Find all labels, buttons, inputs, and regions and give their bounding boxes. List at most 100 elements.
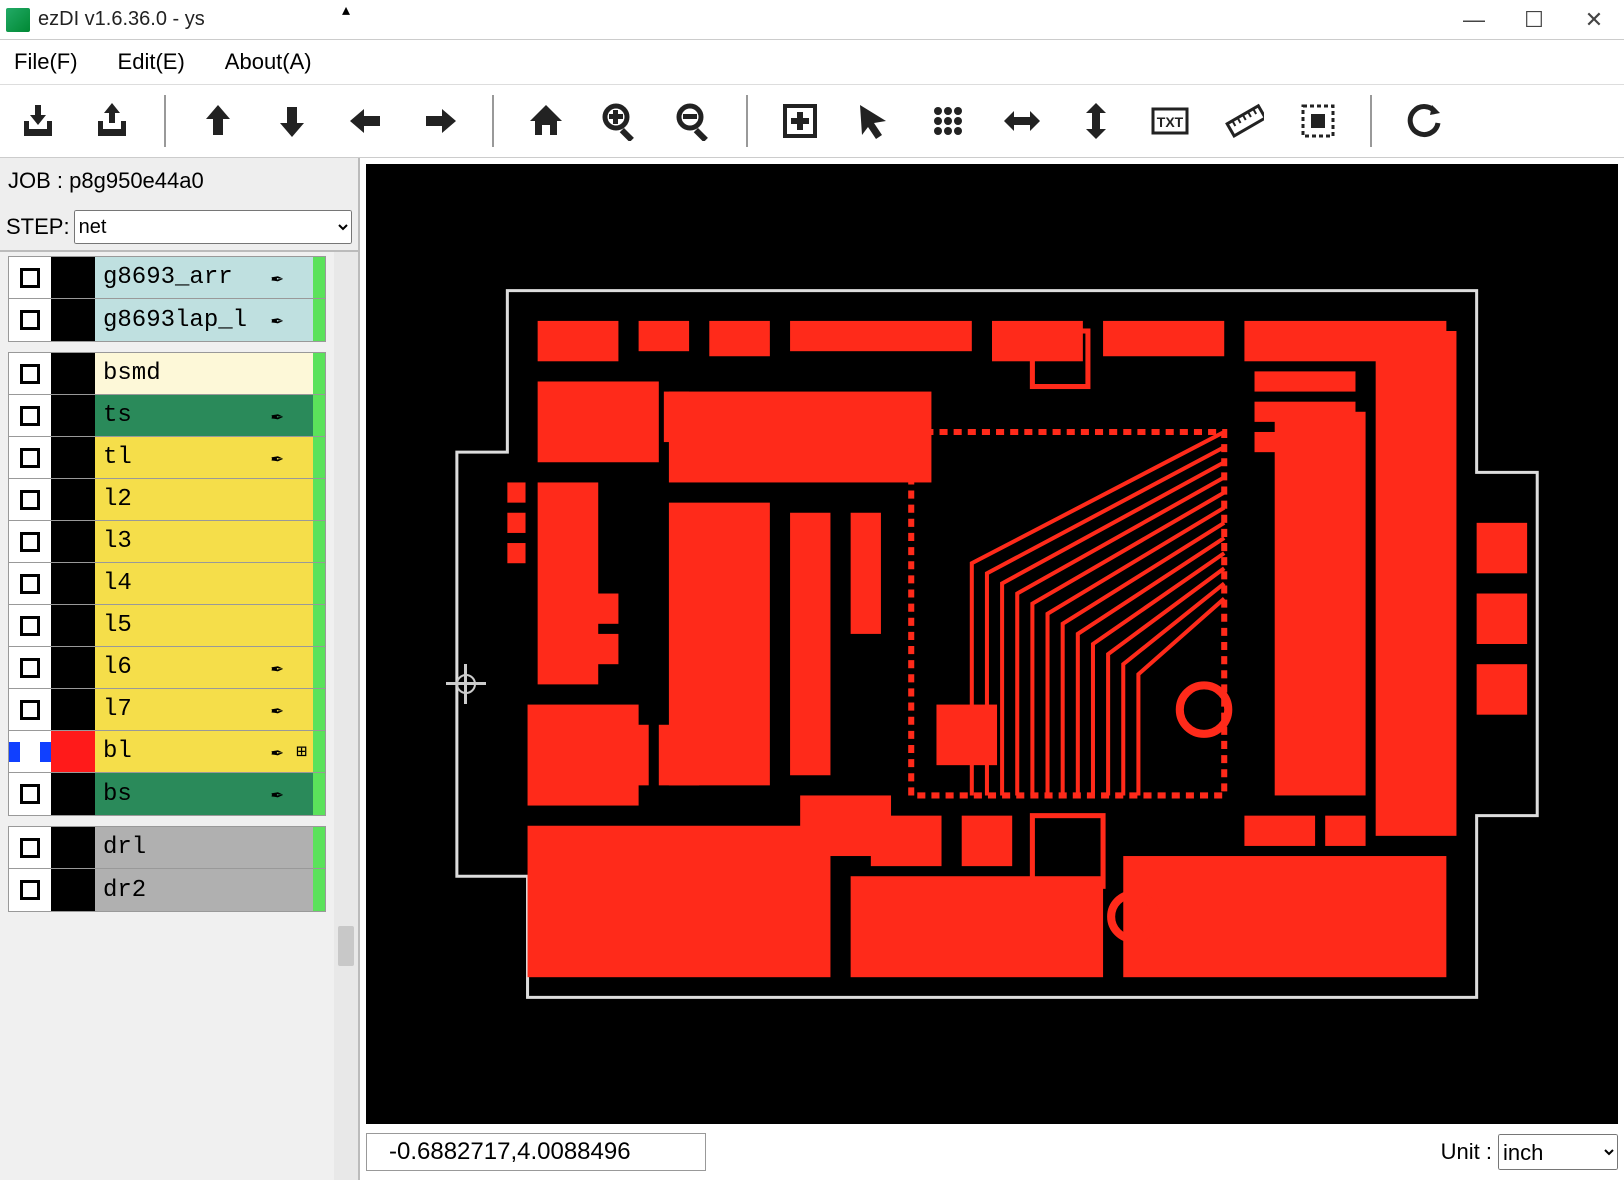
- pointer-icon[interactable]: [852, 99, 896, 143]
- txt-icon[interactable]: TXT: [1148, 99, 1192, 143]
- layer-row[interactable]: l3: [9, 521, 325, 563]
- statusbar: -0.6882717,4.0088496 Unit : inch: [366, 1130, 1618, 1174]
- select-area-icon[interactable]: [1296, 99, 1340, 143]
- close-button[interactable]: ✕: [1564, 0, 1624, 40]
- layer-label: l2: [95, 479, 313, 520]
- layer-row[interactable]: bs✒: [9, 773, 325, 815]
- ruler-icon[interactable]: [1222, 99, 1266, 143]
- layer-row[interactable]: dr2: [9, 869, 325, 911]
- layer-indicator: [313, 605, 325, 646]
- v-arrows-icon[interactable]: [1074, 99, 1118, 143]
- layer-swatch: [51, 605, 95, 646]
- toolbar: TXT: [0, 84, 1624, 158]
- pcb-canvas[interactable]: [366, 164, 1618, 1124]
- toolbar-separator: [1370, 95, 1372, 147]
- arrow-left-icon[interactable]: [344, 99, 388, 143]
- layer-row[interactable]: g8693_arr✒: [9, 257, 325, 299]
- layer-indicator: [313, 773, 325, 815]
- layer-label: l7✒: [95, 689, 313, 730]
- job-label: JOB :: [8, 168, 63, 193]
- svg-text:TXT: TXT: [1157, 114, 1184, 130]
- job-row: JOB : p8g950e44a0: [0, 158, 358, 204]
- layer-swatch: [51, 827, 95, 868]
- pen-icon: ✒: [271, 739, 283, 765]
- layer-checkbox[interactable]: [9, 616, 51, 636]
- layer-label: drl: [95, 827, 313, 868]
- layer-row[interactable]: ts✒: [9, 395, 325, 437]
- layer-checkbox[interactable]: [9, 448, 51, 468]
- pen-icon: ✒: [271, 697, 283, 723]
- layer-checkbox[interactable]: [9, 268, 51, 288]
- home-icon[interactable]: [524, 99, 568, 143]
- layer-indicator: [313, 731, 325, 772]
- layer-checkbox[interactable]: [9, 742, 51, 762]
- layer-swatch: [51, 479, 95, 520]
- pen-icon: ✒: [271, 445, 283, 471]
- layer-checkbox[interactable]: [9, 364, 51, 384]
- toolbar-separator: [746, 95, 748, 147]
- layer-row[interactable]: bl✒⊞: [9, 731, 325, 773]
- app-icon: [6, 8, 30, 32]
- sidebar: JOB : p8g950e44a0 STEP: net g8693_arr✒g8…: [0, 158, 360, 1180]
- maximize-button[interactable]: ☐: [1504, 0, 1564, 40]
- step-select[interactable]: net: [74, 210, 352, 244]
- import-icon[interactable]: [16, 99, 60, 143]
- export-icon[interactable]: [90, 99, 134, 143]
- layer-row[interactable]: tl✒: [9, 437, 325, 479]
- layer-checkbox[interactable]: [9, 880, 51, 900]
- arrow-right-icon[interactable]: [418, 99, 462, 143]
- layer-checkbox[interactable]: [9, 784, 51, 804]
- layer-row[interactable]: g8693lap_l✒: [9, 299, 325, 341]
- layer-checkbox[interactable]: [9, 574, 51, 594]
- zoom-out-icon[interactable]: [672, 99, 716, 143]
- layer-checkbox[interactable]: [9, 838, 51, 858]
- add-box-icon[interactable]: [778, 99, 822, 143]
- coordinates: -0.6882717,4.0088496: [366, 1133, 706, 1171]
- layer-checkbox[interactable]: [9, 532, 51, 552]
- layer-checkbox[interactable]: [9, 310, 51, 330]
- layer-row[interactable]: l7✒: [9, 689, 325, 731]
- layer-checkbox[interactable]: [9, 406, 51, 426]
- layer-swatch: [51, 773, 95, 815]
- pen-icon: ✒: [271, 265, 283, 291]
- toolbar-separator: [164, 95, 166, 147]
- layer-indicator: [313, 257, 325, 298]
- layer-indicator: [313, 827, 325, 868]
- scrollbar[interactable]: ▴: [334, 252, 358, 1180]
- layer-swatch: [51, 731, 95, 772]
- titlebar: ezDI v1.6.36.0 - ys — ☐ ✕: [0, 0, 1624, 40]
- layer-indicator: [313, 689, 325, 730]
- unit-select[interactable]: inch: [1498, 1134, 1618, 1170]
- arrow-up-icon[interactable]: [196, 99, 240, 143]
- grid-icon[interactable]: [926, 99, 970, 143]
- step-label: STEP:: [6, 214, 70, 240]
- minimize-button[interactable]: —: [1444, 0, 1504, 40]
- menu-edit[interactable]: Edit(E): [112, 45, 191, 79]
- layer-group: bsmdts✒tl✒l2l3l4l5l6✒l7✒bl✒⊞bs✒: [8, 352, 326, 816]
- layer-row[interactable]: l2: [9, 479, 325, 521]
- crosshair-icon: [446, 664, 486, 704]
- pen-icon: ✒: [271, 403, 283, 429]
- layer-swatch: [51, 353, 95, 394]
- layer-swatch: [51, 257, 95, 298]
- layer-label: g8693lap_l✒: [95, 299, 313, 341]
- h-arrows-icon[interactable]: [1000, 99, 1044, 143]
- menu-file[interactable]: File(F): [8, 45, 84, 79]
- layer-row[interactable]: drl: [9, 827, 325, 869]
- menu-about[interactable]: About(A): [219, 45, 318, 79]
- layer-group: drldr2: [8, 826, 326, 912]
- layer-checkbox[interactable]: [9, 700, 51, 720]
- layer-row[interactable]: l5: [9, 605, 325, 647]
- layer-group: g8693_arr✒g8693lap_l✒: [8, 256, 326, 342]
- zoom-in-icon[interactable]: [598, 99, 642, 143]
- layer-swatch: [51, 437, 95, 478]
- layer-checkbox[interactable]: [9, 490, 51, 510]
- layer-row[interactable]: l6✒: [9, 647, 325, 689]
- layer-label: bs✒: [95, 773, 313, 815]
- layer-checkbox[interactable]: [9, 658, 51, 678]
- refresh-icon[interactable]: [1402, 99, 1446, 143]
- layer-row[interactable]: bsmd: [9, 353, 325, 395]
- arrow-down-icon[interactable]: [270, 99, 314, 143]
- layer-indicator: [313, 479, 325, 520]
- layer-row[interactable]: l4: [9, 563, 325, 605]
